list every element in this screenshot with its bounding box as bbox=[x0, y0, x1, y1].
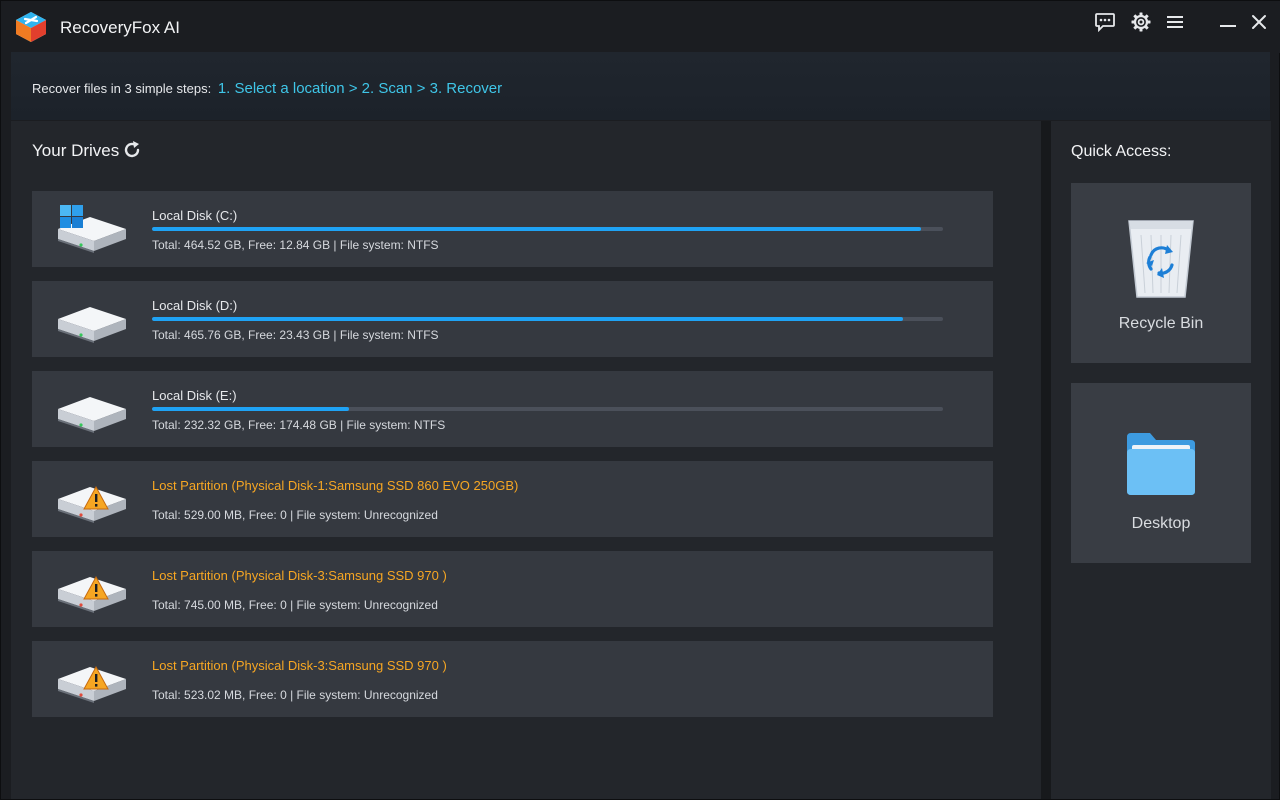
drive-info: Total: 523.02 MB, Free: 0 | File system:… bbox=[152, 688, 438, 702]
drive-info: Total: 232.32 GB, Free: 174.48 GB | File… bbox=[152, 418, 446, 432]
drive-name: Lost Partition (Physical Disk-1:Samsung … bbox=[152, 478, 519, 493]
close-icon bbox=[1252, 15, 1266, 29]
drive-row[interactable]: Local Disk (C:) Total: 464.52 GB, Free: 1… bbox=[32, 191, 993, 267]
recycle-bin-label: Recycle Bin bbox=[1118, 315, 1204, 332]
drive-usage-fill bbox=[152, 227, 922, 231]
quick-access-panel: Quick Access: Recycle Bin Desktop bbox=[1051, 121, 1271, 799]
minimize-button[interactable] bbox=[1214, 9, 1242, 35]
hard-drive-icon bbox=[58, 307, 126, 343]
app-window: RecoveryFox AI Recover files in 3 simple… bbox=[0, 0, 1280, 800]
steps-link[interactable]: 1. Select a location > 2. Scan > 3. Reco… bbox=[218, 80, 502, 97]
quick-access-recycle-bin[interactable]: Recycle Bin bbox=[1071, 183, 1251, 363]
quick-access-title: Quick Access: bbox=[1071, 143, 1172, 160]
drive-usage-fill bbox=[152, 407, 349, 411]
drive-usage-bar bbox=[152, 227, 943, 231]
title-bar: RecoveryFox AI bbox=[1, 1, 1280, 53]
drives-panel: Your Drives Local Disk (C:) Total: 464.52… bbox=[11, 121, 1041, 799]
menu-button[interactable] bbox=[1161, 9, 1189, 35]
drive-row[interactable]: Local Disk (E:) Total: 232.32 GB, Free: 1… bbox=[32, 371, 993, 447]
steps-banner: Recover files in 3 simple steps: 1. Sele… bbox=[11, 52, 1270, 120]
lost-partition-drive-icon bbox=[58, 485, 126, 523]
drive-name: Local Disk (D:) bbox=[152, 298, 238, 313]
steps-text: Recover files in 3 simple steps: 1. Sele… bbox=[32, 80, 502, 97]
drive-usage-bar bbox=[152, 407, 943, 411]
close-button[interactable] bbox=[1245, 9, 1273, 35]
folder-icon bbox=[1127, 433, 1195, 495]
desktop-label: Desktop bbox=[1131, 515, 1191, 532]
lost-partition-row[interactable]: Lost Partition (Physical Disk-3:Samsung … bbox=[32, 641, 993, 717]
minimize-icon bbox=[1220, 25, 1236, 27]
feedback-button[interactable] bbox=[1091, 9, 1119, 35]
quick-access-desktop[interactable]: Desktop bbox=[1071, 383, 1251, 563]
app-title: RecoveryFox AI bbox=[60, 18, 180, 37]
app-logo-icon bbox=[16, 12, 46, 42]
refresh-icon[interactable] bbox=[121, 139, 143, 161]
drive-info: Total: 464.52 GB, Free: 12.84 GB | File … bbox=[152, 238, 439, 252]
recycle-bin-icon bbox=[1128, 220, 1194, 298]
lost-partition-row[interactable]: Lost Partition (Physical Disk-1:Samsung … bbox=[32, 461, 993, 537]
drive-usage-bar bbox=[152, 317, 943, 321]
windows-drive-icon bbox=[58, 205, 126, 253]
drive-info: Total: 529.00 MB, Free: 0 | File system:… bbox=[152, 508, 438, 522]
hard-drive-icon bbox=[58, 397, 126, 433]
drive-info: Total: 465.76 GB, Free: 23.43 GB | File … bbox=[152, 328, 439, 342]
panel-splitter[interactable] bbox=[1041, 121, 1051, 799]
drive-row[interactable]: Local Disk (D:) Total: 465.76 GB, Free: 2… bbox=[32, 281, 993, 357]
drives-header: Your Drives bbox=[32, 141, 120, 160]
drive-name: Local Disk (E:) bbox=[152, 388, 237, 403]
lost-partition-drive-icon bbox=[58, 575, 126, 613]
feedback-icon bbox=[1095, 13, 1115, 32]
drive-usage-fill bbox=[152, 317, 904, 321]
drive-info: Total: 745.00 MB, Free: 0 | File system:… bbox=[152, 598, 438, 612]
drive-name: Lost Partition (Physical Disk-3:Samsung … bbox=[152, 658, 447, 673]
lost-partition-drive-icon bbox=[58, 665, 126, 703]
drive-name: Local Disk (C:) bbox=[152, 208, 238, 223]
lost-partition-row[interactable]: Lost Partition (Physical Disk-3:Samsung … bbox=[32, 551, 993, 627]
hamburger-menu-icon bbox=[1167, 16, 1183, 28]
steps-prefix: Recover files in 3 simple steps: bbox=[32, 81, 212, 96]
drive-name: Lost Partition (Physical Disk-3:Samsung … bbox=[152, 568, 447, 583]
gear-icon bbox=[1131, 12, 1151, 32]
settings-button[interactable] bbox=[1127, 9, 1155, 35]
